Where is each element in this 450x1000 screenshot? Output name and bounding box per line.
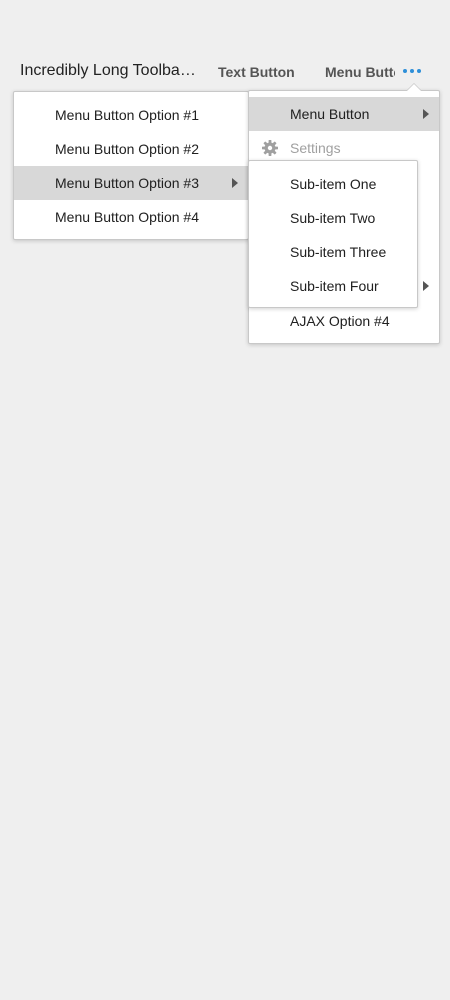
menu-pointer	[406, 83, 422, 91]
menu-option-3[interactable]: Menu Button Option #3	[14, 166, 248, 200]
overflow-item-label: AJAX Option #4	[290, 313, 390, 329]
menu-option-label: Menu Button Option #3	[55, 175, 199, 191]
toolbar-title: Incredibly Long Toolbar Title	[20, 62, 200, 79]
caret-right-icon	[423, 281, 429, 291]
sub-item-three[interactable]: Sub-item Three	[249, 235, 417, 269]
menu-option-label: Menu Button Option #2	[55, 141, 199, 157]
overflow-item-label: Menu Button	[290, 106, 370, 122]
caret-right-icon	[232, 178, 238, 188]
menu-button[interactable]: Menu Button	[325, 64, 395, 80]
sub-item-four[interactable]: Sub-item Four	[249, 269, 417, 303]
menu-option-label: Menu Button Option #1	[55, 107, 199, 123]
text-button[interactable]: Text Button	[218, 64, 295, 80]
overflow-item-menu-button[interactable]: Menu Button	[249, 97, 439, 131]
sub-item-label: Sub-item One	[290, 176, 377, 192]
toolbar: Incredibly Long Toolbar Title Text Butto…	[0, 52, 450, 92]
overflow-item-ajax-option-4[interactable]: AJAX Option #4	[249, 304, 439, 338]
menu-option-4[interactable]: Menu Button Option #4	[14, 200, 248, 234]
sub-item-label: Sub-item Three	[290, 244, 387, 260]
menu-option-2[interactable]: Menu Button Option #2	[14, 132, 248, 166]
gear-icon	[262, 140, 278, 156]
submenu: Sub-item One Sub-item Two Sub-item Three…	[248, 160, 418, 308]
sub-item-two[interactable]: Sub-item Two	[249, 201, 417, 235]
menu-button-dropdown: Menu Button Option #1 Menu Button Option…	[13, 91, 249, 240]
more-horizontal-icon	[400, 65, 426, 79]
sub-item-one[interactable]: Sub-item One	[249, 167, 417, 201]
caret-right-icon	[423, 109, 429, 119]
menu-option-1[interactable]: Menu Button Option #1	[14, 98, 248, 132]
sub-item-label: Sub-item Two	[290, 210, 376, 226]
overflow-menu-button[interactable]	[400, 65, 426, 79]
sub-item-label: Sub-item Four	[290, 278, 379, 294]
menu-option-label: Menu Button Option #4	[55, 209, 199, 225]
